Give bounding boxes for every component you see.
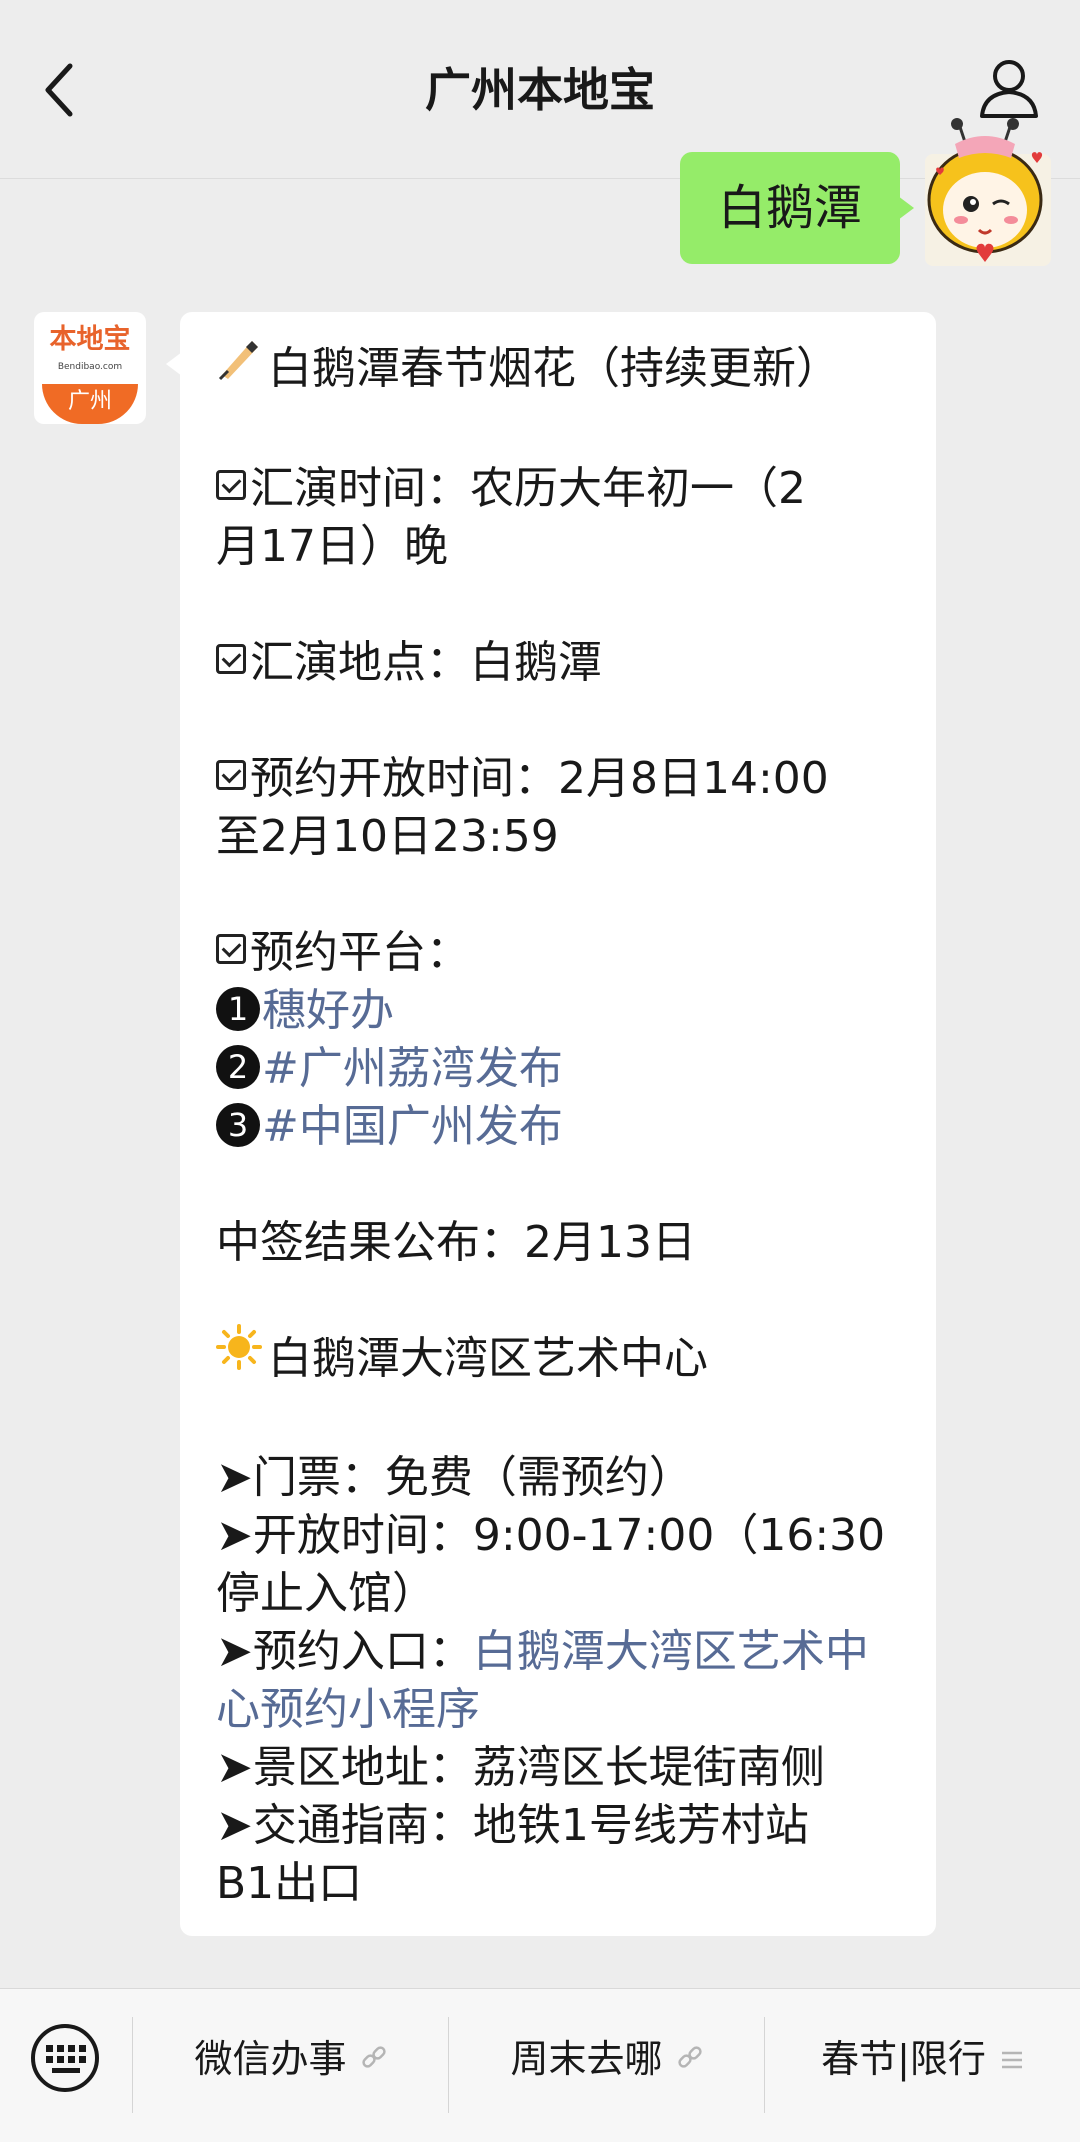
hours-line-cont: 停止入馆） bbox=[216, 1568, 436, 1619]
heading-line: 白鹅潭春节烟花（持续更新） bbox=[216, 340, 900, 402]
menu-item-label: 春节|限行 bbox=[821, 2037, 986, 2081]
entry-label: ➤预约入口： bbox=[216, 1626, 473, 1677]
notice-heading: 白鹅潭春节烟花（持续更新） bbox=[268, 343, 840, 394]
center-heading: 白鹅潭大湾区艺术中心 bbox=[268, 1332, 708, 1384]
user-avatar[interactable] bbox=[915, 118, 1055, 268]
menu-item-label: 微信办事 bbox=[194, 2037, 347, 2081]
check-box-icon bbox=[216, 643, 246, 674]
menu-lines-icon bbox=[1000, 1988, 1024, 2128]
platform-item: 2 #广州荔湾发布 bbox=[216, 1040, 900, 1098]
mini-program-link[interactable]: 白鹅潭大湾区艺术中 bbox=[473, 1626, 869, 1677]
link-icon bbox=[677, 1988, 703, 2128]
transit-line: ➤交通指南：地铁1号线芳村站 bbox=[216, 1800, 809, 1851]
link-icon bbox=[361, 1988, 387, 2128]
platform-item: 3 #中国广州发布 bbox=[216, 1098, 900, 1156]
logo-wordmark: 本地宝 bbox=[49, 324, 131, 355]
platform-item: 1 穗好办 bbox=[216, 982, 900, 1040]
menu-item-weekend[interactable]: 周末去哪 bbox=[449, 1989, 764, 2142]
check-box-icon bbox=[216, 469, 246, 500]
logo-domain: Bendibao.com bbox=[57, 362, 123, 372]
time-line: 汇演时间：农历大年初一（2 bbox=[216, 460, 900, 518]
open-time-text: 预约开放时间：2月8日14:00 bbox=[250, 752, 829, 804]
platform-label: 预约平台： bbox=[250, 926, 470, 978]
bee-avatar-image bbox=[925, 118, 1051, 266]
number-badge: 2 bbox=[216, 1044, 260, 1089]
keyboard-icon bbox=[31, 2024, 99, 2092]
number-badge: 1 bbox=[216, 986, 260, 1031]
sun-icon bbox=[216, 1324, 262, 1385]
profile-button[interactable] bbox=[976, 56, 1042, 122]
check-box-icon bbox=[216, 759, 246, 790]
ticket-line: ➤门票：免费（需预约） bbox=[216, 1452, 693, 1503]
address-line: ➤景区地址：荔湾区长堤街南侧 bbox=[216, 1742, 825, 1793]
time-line-cont: 月17日）晚 bbox=[216, 520, 448, 572]
number-badge: 3 bbox=[216, 1102, 260, 1147]
center-heading-line: 白鹅潭大湾区艺术中心 bbox=[216, 1324, 900, 1392]
bottom-menu-bar: 微信办事 周末去哪 春节|限行 bbox=[0, 1988, 1080, 2142]
platform-link-suihaoban[interactable]: 穗好办 bbox=[262, 985, 394, 1036]
place-line: 汇演地点：白鹅潭 bbox=[216, 634, 900, 692]
entry-line: ➤预约入口：白鹅潭大湾区艺术中 bbox=[216, 1623, 900, 1681]
show-time-text: 汇演时间：农历大年初一（2 bbox=[250, 462, 806, 514]
bot-message-bubble: 白鹅潭春节烟花（持续更新） 汇演时间：农历大年初一（2 月17日）晚 汇演地点：… bbox=[166, 312, 936, 1936]
official-account-avatar[interactable]: 本地宝 Bendibao.com 广州 bbox=[34, 312, 146, 424]
open-time-line-cont: 至2月10日23:59 bbox=[216, 810, 559, 862]
person-icon bbox=[980, 60, 1038, 118]
user-message-bubble: 白鹅潭 bbox=[679, 152, 915, 264]
mini-program-link-cont[interactable]: 心预约小程序 bbox=[216, 1681, 900, 1739]
writing-hand-icon bbox=[216, 335, 262, 396]
check-box-icon bbox=[216, 933, 246, 964]
hours-line: ➤开放时间：9:00-17:00（16:30 bbox=[216, 1510, 886, 1561]
open-time-line: 预约开放时间：2月8日14:00 bbox=[216, 750, 900, 808]
logo-city: 广州 bbox=[42, 384, 138, 424]
transit-line-cont: B1出口 bbox=[216, 1858, 363, 1909]
menu-item-wechat-services[interactable]: 微信办事 bbox=[133, 1989, 448, 2142]
result-line: 中签结果公布：2月13日 bbox=[216, 1216, 696, 1268]
platform-link-guangzhou[interactable]: #中国广州发布 bbox=[262, 1101, 563, 1152]
platform-link-liwan[interactable]: #广州荔湾发布 bbox=[262, 1043, 563, 1094]
page-title: 广州本地宝 bbox=[425, 63, 655, 117]
keyboard-toggle-button[interactable] bbox=[30, 2023, 100, 2093]
show-place-text: 汇演地点：白鹅潭 bbox=[250, 636, 602, 688]
menu-item-label: 周末去哪 bbox=[510, 2037, 663, 2081]
platform-label-line: 预约平台： bbox=[216, 924, 900, 982]
menu-item-spring-festival[interactable]: 春节|限行 bbox=[765, 1989, 1080, 2142]
